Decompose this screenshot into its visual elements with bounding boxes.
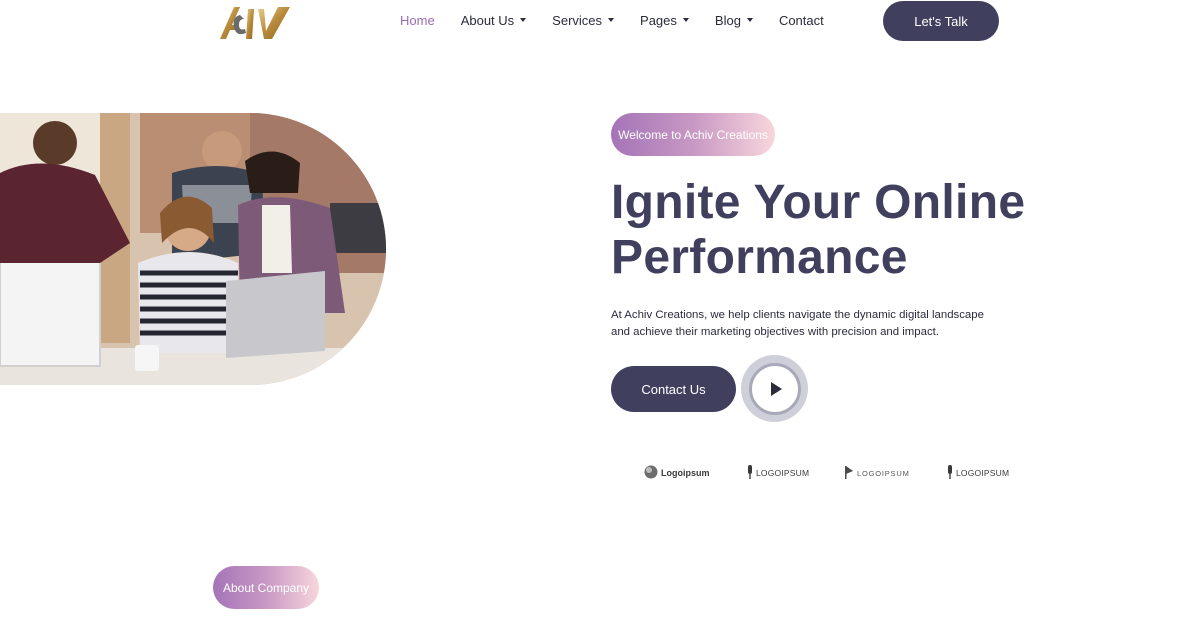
hero-title-line1: Ignite Your Online	[611, 176, 1026, 229]
nav-item-about-us[interactable]: About Us	[460, 12, 527, 28]
play-ring	[748, 362, 801, 415]
nav-item-services[interactable]: Services	[552, 12, 615, 28]
caret-down-icon	[682, 18, 689, 22]
contact-us-button[interactable]: Contact Us	[611, 366, 736, 412]
partner-logo-label: Logoipsum	[661, 468, 710, 478]
nav-item-home[interactable]: Home	[400, 13, 435, 28]
nav-item-label: Services	[552, 12, 603, 28]
partner-logo-label: LOGOIPSUM	[756, 468, 810, 478]
caret-down-icon	[746, 18, 753, 22]
nav-item-label: About Us	[460, 12, 515, 28]
nav-item-label: Blog	[714, 12, 741, 28]
brand-logo[interactable]	[218, 3, 292, 41]
welcome-badge: Welcome to Achiv Creations	[611, 113, 775, 156]
nav-item-pages[interactable]: Pages	[640, 13, 689, 28]
play-video-button[interactable]	[741, 355, 808, 422]
nav-item-label: Pages	[640, 12, 677, 28]
circle-logo-icon	[644, 465, 658, 481]
flag-logo-icon	[845, 465, 854, 481]
hero-title: Ignite Your Online Performance	[611, 175, 1031, 285]
partner-logos: Logoipsum LOGOIPSUM LOGOIPSUM LOGOIPSUM	[644, 465, 1009, 481]
pin-logo-icon	[947, 465, 953, 481]
partner-logo: Logoipsum	[644, 465, 710, 481]
partner-logo-label: LOGOIPSUM	[956, 468, 1010, 478]
partner-logo: LOGOIPSUM	[947, 465, 1009, 481]
caret-down-icon	[608, 18, 615, 22]
play-icon	[770, 381, 782, 396]
partner-logo-label: LOGOIPSUM	[857, 468, 910, 478]
main-nav: Home About Us Services Pages Blog Contac…	[400, 12, 850, 28]
hero-title-line2: Performance	[611, 231, 908, 284]
nav-item-label: Home	[400, 12, 435, 28]
partner-logo: LOGOIPSUM	[845, 465, 910, 481]
pin-logo-icon	[747, 465, 753, 481]
lets-talk-button[interactable]: Let's Talk	[883, 1, 999, 41]
nav-item-contact[interactable]: Contact	[779, 13, 824, 28]
about-company-badge: About Company	[213, 566, 319, 609]
hero-description: At Achiv Creations, we help clients navi…	[611, 309, 984, 338]
nav-item-blog[interactable]: Blog	[715, 13, 753, 28]
caret-down-icon	[520, 18, 527, 22]
hero-team-image	[0, 113, 386, 385]
partner-logo: LOGOIPSUM	[747, 465, 809, 481]
nav-item-label: Contact	[778, 12, 824, 28]
